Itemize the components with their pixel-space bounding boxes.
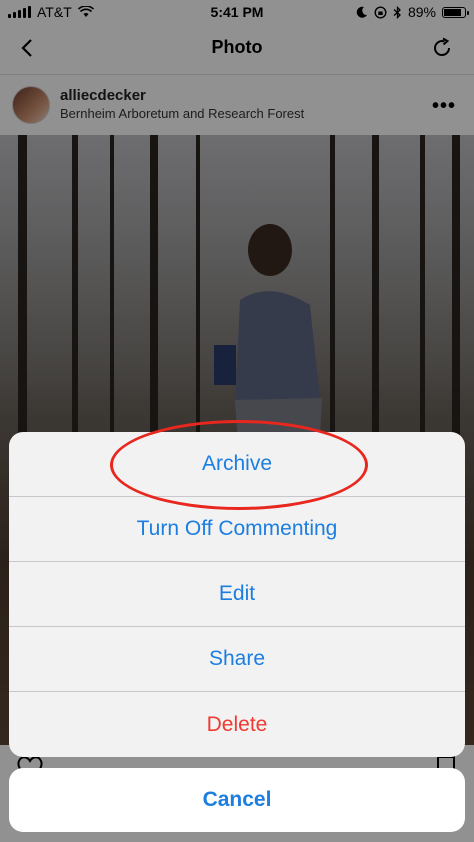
archive-button[interactable]: Archive bbox=[9, 432, 465, 497]
cancel-button[interactable]: Cancel bbox=[9, 768, 465, 832]
delete-button[interactable]: Delete bbox=[9, 692, 465, 757]
share-button[interactable]: Share bbox=[9, 627, 465, 692]
edit-button[interactable]: Edit bbox=[9, 562, 465, 627]
turn-off-commenting-button[interactable]: Turn Off Commenting bbox=[9, 497, 465, 562]
action-sheet: Archive Turn Off Commenting Edit Share D… bbox=[9, 432, 465, 757]
